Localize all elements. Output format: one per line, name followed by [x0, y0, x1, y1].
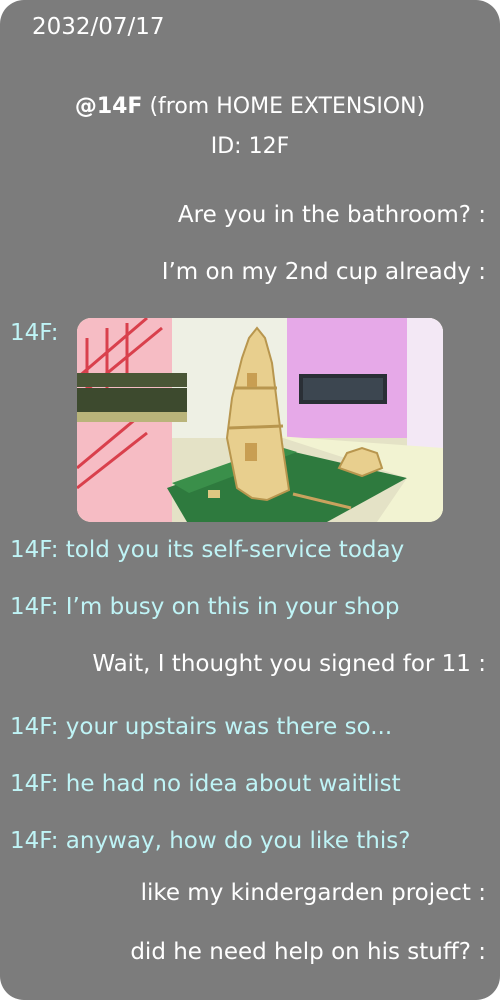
contact-source: (from HOME EXTENSION)	[142, 94, 426, 119]
message-outgoing[interactable]: Wait, I thought you signed for 11 :	[92, 651, 486, 677]
conversation-header: @14F (from HOME EXTENSION)	[0, 94, 500, 119]
message-incoming[interactable]: 14F: he had no idea about waitlist	[10, 771, 401, 797]
message-incoming[interactable]: 14F: anyway, how do you like this?	[10, 828, 410, 854]
message-outgoing[interactable]: Are you in the bathroom? :	[178, 202, 486, 228]
chat-panel: 2032/07/17 @14F (from HOME EXTENSION) ID…	[0, 0, 500, 1000]
message-outgoing[interactable]: I’m on my 2nd cup already :	[162, 259, 486, 285]
message-incoming[interactable]: 14F: your upstairs was there so...	[10, 714, 392, 740]
image-message-sender: 14F:	[10, 320, 59, 346]
image-message-photo[interactable]	[77, 318, 443, 522]
contact-handle[interactable]: @14F	[75, 94, 143, 119]
message-outgoing[interactable]: did he need help on his stuff? :	[130, 939, 486, 965]
message-outgoing[interactable]: like my kindergarden project :	[141, 880, 486, 906]
conversation-date: 2032/07/17	[32, 14, 165, 40]
message-incoming[interactable]: 14F: told you its self-service today	[10, 537, 404, 563]
contact-id: ID: 12F	[210, 134, 290, 159]
message-incoming[interactable]: 14F: I’m busy on this in your shop	[10, 594, 399, 620]
